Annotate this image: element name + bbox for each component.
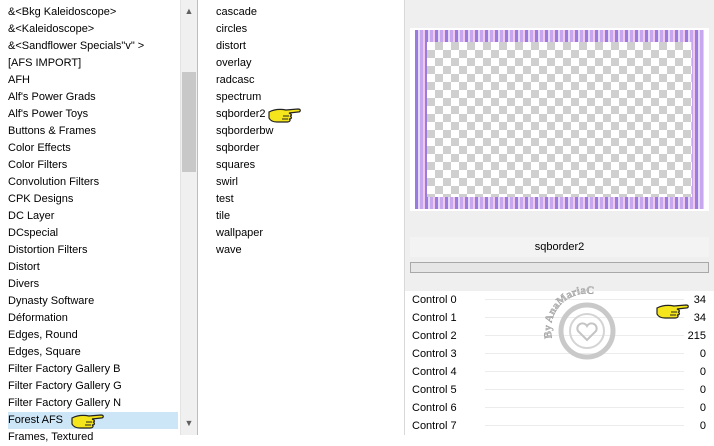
control-value: 34 [693, 312, 706, 324]
control-value: 0 [699, 420, 706, 432]
control-label: Control 5 [412, 384, 457, 396]
filter-item[interactable]: wallpaper [216, 225, 263, 242]
filter-progress-bar [410, 262, 709, 273]
category-item[interactable]: Divers [8, 276, 178, 293]
category-item[interactable]: [AFS IMPORT] [8, 55, 178, 72]
category-item[interactable]: &<Bkg Kaleidoscope> [8, 4, 178, 21]
category-item[interactable]: DCspecial [8, 225, 178, 242]
category-item[interactable]: Distortion Filters [8, 242, 178, 259]
category-item[interactable]: &<Kaleidoscope> [8, 21, 178, 38]
scrollbar-thumb[interactable] [182, 72, 196, 172]
category-item[interactable]: Color Effects [8, 140, 178, 157]
control-value: 0 [699, 384, 706, 396]
control-label: Control 7 [412, 420, 457, 432]
control-label: Control 2 [412, 330, 457, 342]
category-item[interactable]: Frames, Textured [8, 429, 178, 446]
preview-area [410, 28, 709, 211]
control-value: 34 [693, 294, 706, 306]
filter-item[interactable]: cascade [216, 4, 257, 21]
filter-item[interactable]: overlay [216, 55, 251, 72]
category-item[interactable]: Filter Factory Gallery B [8, 361, 178, 378]
pointing-hand-icon [70, 409, 106, 431]
scroll-up-arrow-icon[interactable]: ▲ [181, 3, 197, 20]
scroll-down-arrow-icon[interactable]: ▼ [181, 415, 197, 432]
category-item[interactable]: AFH [8, 72, 178, 89]
filter-item[interactable]: sqborder [216, 140, 259, 157]
category-item[interactable]: Color Filters [8, 157, 178, 174]
control-value: 215 [687, 330, 706, 342]
category-item[interactable]: Alf's Power Toys [8, 106, 178, 123]
category-item[interactable]: Déformation [8, 310, 178, 327]
filter-name-label: sqborder2 [410, 237, 709, 257]
control-label: Control 0 [412, 294, 457, 306]
category-item[interactable]: &<Sandflower Specials"v" > [8, 38, 178, 55]
filter-item[interactable]: sqborderbw [216, 123, 273, 140]
category-item[interactable]: Alf's Power Grads [8, 89, 178, 106]
category-item[interactable]: Filter Factory Gallery G [8, 378, 178, 395]
control-value: 0 [699, 402, 706, 414]
control-slider[interactable] [485, 407, 684, 408]
category-item[interactable]: Distort [8, 259, 178, 276]
pointing-hand-icon [267, 103, 303, 125]
frame-preview-image [415, 30, 704, 209]
filter-item[interactable]: radcasc [216, 72, 255, 89]
control-label: Control 4 [412, 366, 457, 378]
category-scrollbar[interactable]: ▲ ▼ [180, 0, 197, 435]
category-item[interactable]: DC Layer [8, 208, 178, 225]
filter-item[interactable]: wave [216, 242, 242, 259]
filter-item[interactable]: tile [216, 208, 230, 225]
control-row[interactable]: Control 7 0 [405, 417, 714, 435]
control-slider[interactable] [485, 425, 684, 426]
category-item[interactable]: Edges, Round [8, 327, 178, 344]
control-label: Control 1 [412, 312, 457, 324]
category-list-panel: &<Bkg Kaleidoscope> &<Kaleidoscope> &<Sand… [0, 0, 198, 443]
filter-settings-panel: sqborder2 Control 0 34 Control 1 34 Control … [405, 0, 714, 435]
filter-item[interactable]: distort [216, 38, 246, 55]
control-value: 0 [699, 366, 706, 378]
filter-item[interactable]: squares [216, 157, 255, 174]
control-slider[interactable] [485, 389, 684, 390]
control-row[interactable]: Control 6 0 [405, 399, 714, 417]
filter-item[interactable]: sqborder2 [216, 106, 266, 123]
pointing-hand-icon [655, 299, 691, 321]
control-label: Control 3 [412, 348, 457, 360]
category-item[interactable]: Convolution Filters [8, 174, 178, 191]
category-item[interactable]: CPK Designs [8, 191, 178, 208]
control-label: Control 6 [412, 402, 457, 414]
filter-item[interactable]: test [216, 191, 234, 208]
filter-list-panel: cascade circles distort overlay radcasc spect… [199, 0, 405, 435]
filter-item[interactable]: swirl [216, 174, 238, 191]
category-item[interactable]: Edges, Square [8, 344, 178, 361]
watermark-seal: By AnaMariaC [542, 284, 616, 360]
control-value: 0 [699, 348, 706, 360]
filter-item[interactable]: circles [216, 21, 247, 38]
filter-item[interactable]: spectrum [216, 89, 261, 106]
category-item[interactable]: Buttons & Frames [8, 123, 178, 140]
category-item[interactable]: Dynasty Software [8, 293, 178, 310]
